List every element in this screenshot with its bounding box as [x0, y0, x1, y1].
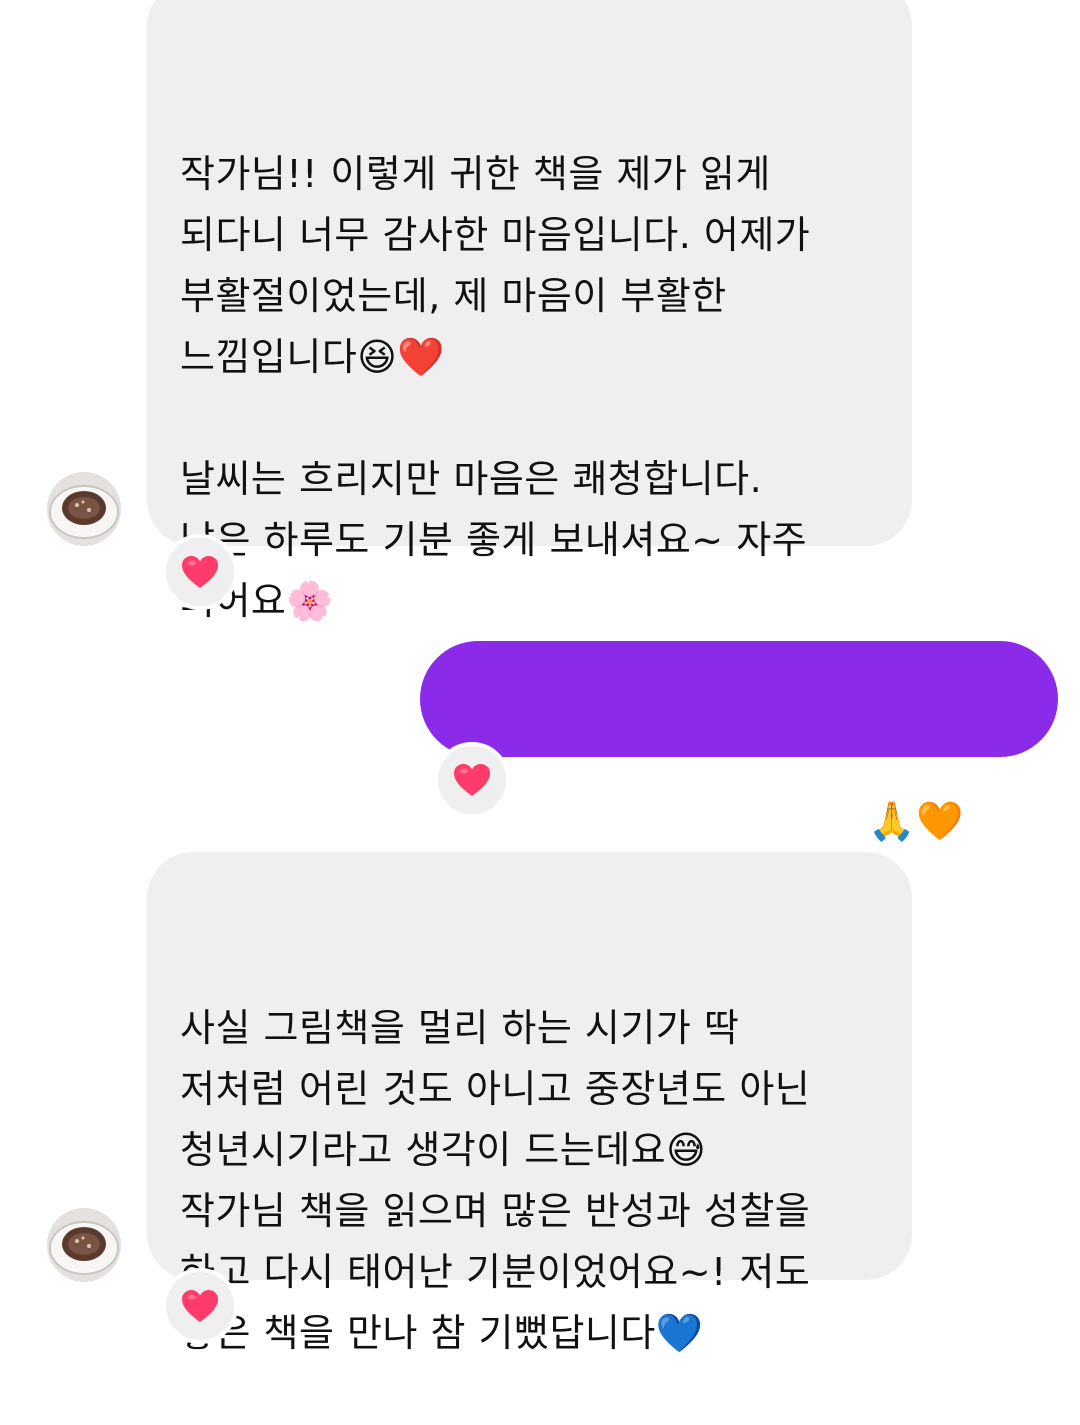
red-heart-icon — [454, 764, 490, 796]
message-text: 사실 그림책을 멀리 하는 시기가 딱 저처럼 어린 것도 아니고 중장년도 아… — [180, 1006, 811, 1355]
incoming-message-bubble[interactable]: 작가님!! 이렇게 귀한 책을 제가 읽게 되다니 너무 감사한 마음입니다. … — [147, 0, 912, 623]
incoming-message-bubble[interactable]: 사실 그림책을 멀리 하는 시기가 딱 저처럼 어린 것도 아니고 중장년도 아… — [147, 852, 912, 1355]
reaction-badge[interactable] — [162, 534, 238, 610]
reaction-badge[interactable] — [434, 742, 510, 818]
sender-avatar[interactable] — [47, 472, 121, 546]
reaction-badge[interactable] — [162, 1268, 238, 1344]
outgoing-message-bubble[interactable]: 도움되셨다니 정말 기뻐요🙏🧡 — [420, 641, 1058, 843]
message-text: 도움되셨다니 정말 기뻐요🙏🧡 — [453, 799, 964, 843]
sender-avatar[interactable] — [47, 1208, 121, 1282]
coffee-cup-avatar-icon — [47, 472, 121, 546]
coffee-cup-avatar-icon — [47, 1208, 121, 1282]
red-heart-icon — [182, 556, 218, 588]
message-text: 작가님!! 이렇게 귀한 책을 제가 읽게 되다니 너무 감사한 마음입니다. … — [180, 152, 811, 623]
red-heart-icon — [182, 1290, 218, 1322]
